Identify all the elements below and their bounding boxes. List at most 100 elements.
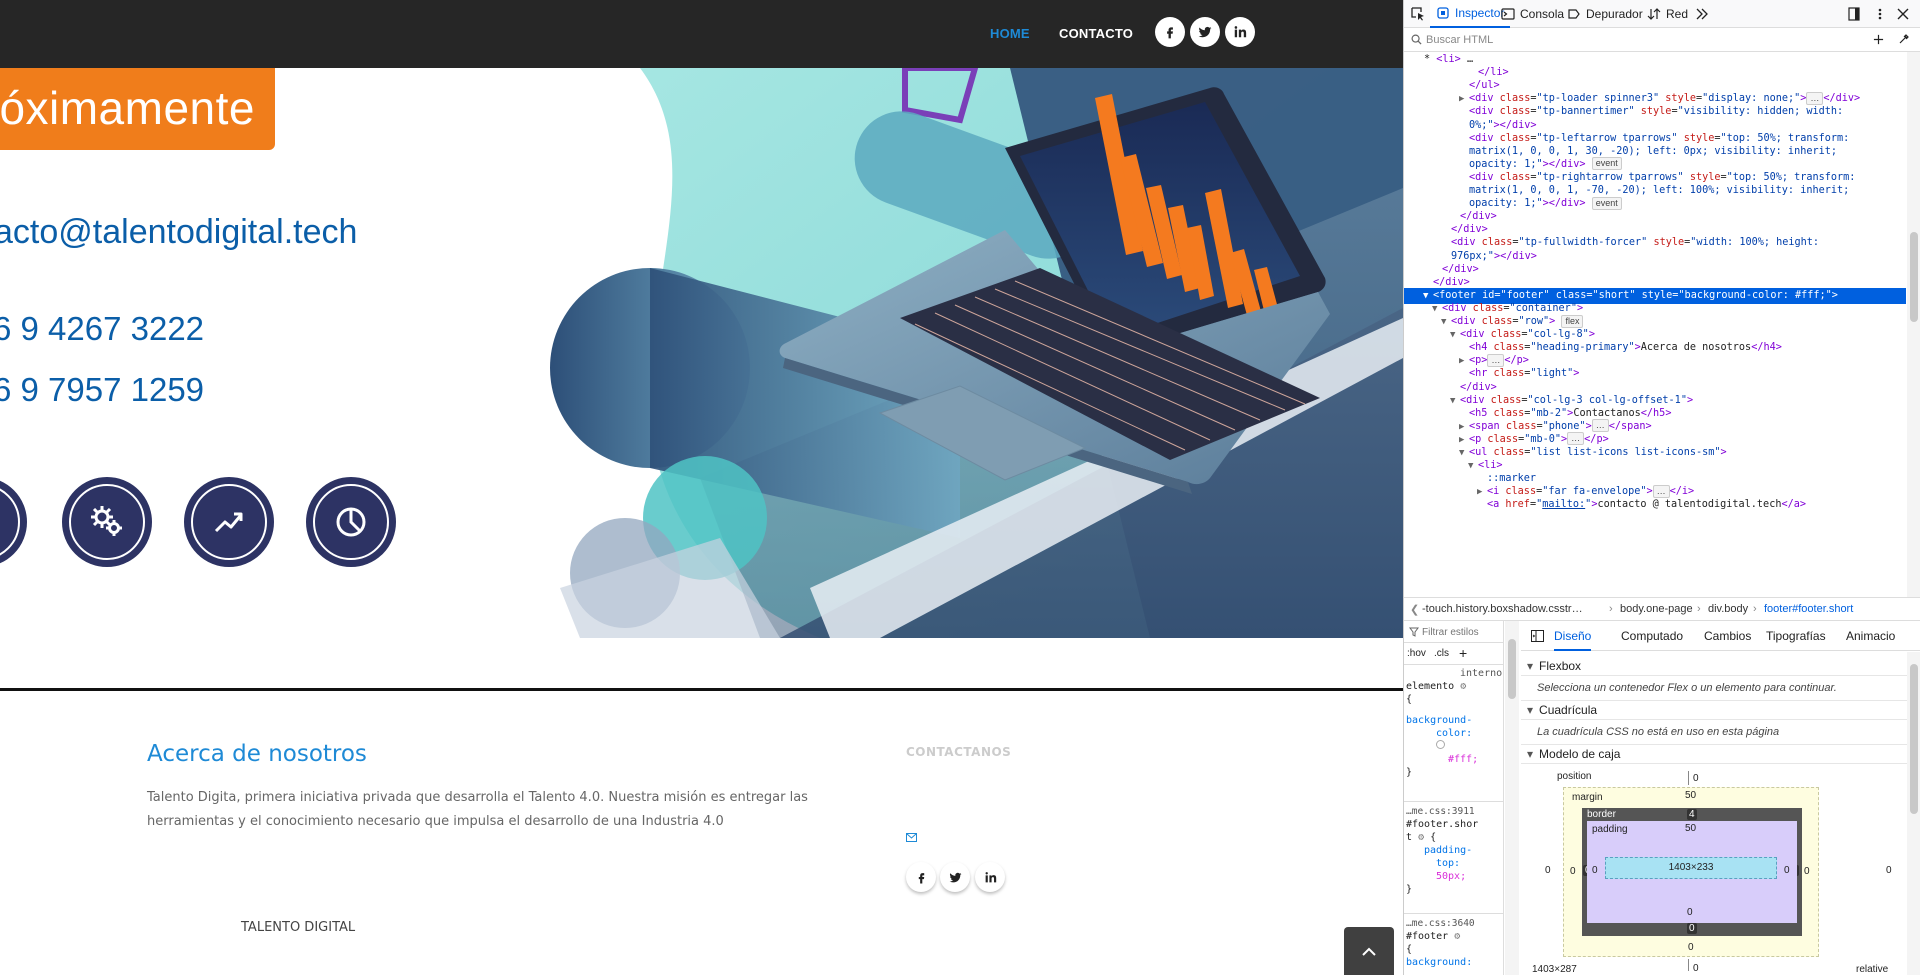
margin-bottom[interactable]: 0: [1688, 942, 1694, 953]
rule-property[interactable]: top:: [1404, 857, 1503, 870]
tab-inspector[interactable]: Inspector: [1430, 0, 1511, 28]
padding-right[interactable]: 0: [1784, 865, 1790, 876]
tab-inspector-label: Inspector: [1455, 6, 1505, 20]
nav-home[interactable]: HOME: [990, 26, 1030, 41]
section-divider: [0, 688, 1403, 691]
scroll-to-top-button[interactable]: [1344, 927, 1394, 975]
position-left[interactable]: 0: [1545, 865, 1551, 876]
position-top[interactable]: 0: [1693, 773, 1699, 784]
eyedropper-icon[interactable]: [1898, 33, 1910, 45]
hero-phone-2[interactable]: 6 9 7957 1259: [0, 371, 204, 409]
breadcrumb-item[interactable]: body.one-page: [1620, 603, 1693, 615]
gear-icon[interactable]: ⚙: [1418, 832, 1424, 843]
tab-animations[interactable]: Animacio: [1846, 629, 1895, 643]
rule-property[interactable]: color:: [1404, 727, 1503, 740]
add-node-icon[interactable]: [1873, 34, 1884, 45]
tree-node-markup: </li>: [1478, 67, 1509, 79]
border-label: border: [1587, 809, 1616, 820]
tree-node-markup: 0%;"></div>: [1469, 119, 1537, 131]
nav-contacto[interactable]: CONTACTO: [1059, 26, 1133, 41]
element-picker-icon[interactable]: [1411, 7, 1425, 21]
grid-section-header[interactable]: Cuadrícula: [1527, 703, 1597, 717]
layout-tabs: Diseño Computado Cambios Tipografías Ani…: [1521, 621, 1920, 651]
breadcrumb-item[interactable]: -touch.history.boxshadow.csstr…: [1422, 603, 1583, 615]
tab-network[interactable]: Red: [1647, 0, 1688, 28]
cls-toggle[interactable]: .cls: [1434, 648, 1449, 659]
margin-left[interactable]: 0: [1570, 866, 1576, 877]
tree-node-markup: 976px;"></div>: [1451, 250, 1537, 262]
tree-scrollbar[interactable]: [1907, 52, 1920, 597]
padding-bottom[interactable]: 0: [1687, 907, 1693, 918]
breadcrumb-item[interactable]: div.body: [1708, 603, 1748, 615]
add-rule-icon[interactable]: +: [1459, 645, 1467, 661]
margin-top[interactable]: 50: [1685, 790, 1696, 801]
layout-scrollbar[interactable]: [1907, 652, 1920, 975]
margin-box: margin 50 0 0 0 border 4 0 0 0 padding 5…: [1563, 787, 1819, 957]
breadcrumb-left-arrow[interactable]: ❮: [1410, 603, 1419, 616]
padding-left[interactable]: 0: [1592, 865, 1598, 876]
tab-computed[interactable]: Computado: [1621, 629, 1683, 643]
rule-property[interactable]: padding-: [1404, 844, 1503, 857]
tree-node-markup: </div>: [1460, 211, 1497, 223]
coming-soon-badge: óximamente: [0, 68, 275, 150]
tree-node-markup: matrix(1, 0, 0, 1, 30, -20); left: 0px; …: [1469, 145, 1838, 157]
rules-filter-input[interactable]: [1422, 624, 1502, 640]
tree-node-markup: <div class="tp-rightarrow tparrows" styl…: [1469, 171, 1856, 183]
footer-linkedin-icon[interactable]: [975, 862, 1005, 892]
envelope-icon[interactable]: [906, 829, 917, 842]
menu-dots-icon[interactable]: [1873, 7, 1887, 21]
breadcrumb-separator: ›: [1609, 603, 1613, 615]
dock-icon[interactable]: [1847, 7, 1861, 21]
content-size[interactable]: 1403×233: [1669, 862, 1714, 873]
tab-changes[interactable]: Cambios: [1704, 629, 1751, 643]
twitter-icon[interactable]: [1190, 17, 1220, 47]
content-box: 1403×233: [1605, 857, 1777, 879]
hero-phone-1[interactable]: 6 9 4267 3222: [0, 310, 204, 348]
footer-facebook-icon[interactable]: [906, 862, 936, 892]
gear-icon[interactable]: ⚙: [1454, 931, 1460, 942]
breadcrumb: ❮ -touch.history.boxshadow.csstr… › body…: [1404, 597, 1920, 621]
rule-divider: [1404, 801, 1503, 802]
layout-scrollbar-thumb[interactable]: [1910, 664, 1918, 814]
linkedin-icon[interactable]: [1225, 17, 1255, 47]
more-tabs-icon[interactable]: [1695, 7, 1709, 21]
rule-value[interactable]: #fff;: [1404, 753, 1503, 766]
tree-node-markup: <span class="phone">… </span>: [1469, 419, 1652, 433]
rule-property[interactable]: background-: [1404, 714, 1503, 727]
tab-debugger[interactable]: Depurador: [1567, 0, 1643, 28]
breadcrumb-separator: ›: [1753, 603, 1757, 615]
padding-top[interactable]: 50: [1685, 823, 1696, 834]
rule-property[interactable]: background:: [1404, 956, 1503, 969]
breadcrumb-item-active[interactable]: footer#footer.short: [1764, 603, 1853, 615]
flexbox-section-header[interactable]: Flexbox: [1527, 659, 1581, 673]
rules-scrollbar[interactable]: [1505, 621, 1519, 975]
breadcrumb-separator: ›: [1697, 603, 1701, 615]
html-search-input[interactable]: [1426, 32, 1826, 48]
sidebar-toggle-icon[interactable]: [1531, 630, 1544, 642]
position-bottom[interactable]: 0: [1693, 963, 1699, 974]
rule-source[interactable]: …me.css:3640: [1404, 917, 1503, 930]
border-top[interactable]: 4: [1687, 809, 1697, 820]
close-icon[interactable]: [1896, 7, 1910, 21]
tree-node[interactable]: <a href="mailto:">contacto @ talentodigi…: [1404, 497, 1906, 513]
tab-console[interactable]: Consola: [1501, 0, 1564, 28]
rules-scrollbar-thumb[interactable]: [1508, 639, 1516, 699]
tree-scrollbar-thumb[interactable]: [1910, 232, 1918, 322]
tab-design[interactable]: Diseño: [1554, 629, 1592, 651]
rule-value[interactable]: 50px;: [1404, 870, 1503, 883]
coming-soon-text: óximamente: [0, 82, 255, 134]
hov-toggle[interactable]: :hov: [1407, 648, 1426, 659]
chevron-up-icon: [1362, 947, 1376, 956]
facebook-icon[interactable]: [1155, 17, 1185, 47]
tab-console-label: Consola: [1520, 7, 1565, 21]
gear-icon[interactable]: ⚙: [1460, 681, 1466, 692]
rule-source[interactable]: …me.css:3911: [1404, 805, 1503, 818]
hero-email[interactable]: acto@talentodigital.tech: [0, 213, 357, 252]
border-bottom[interactable]: 0: [1687, 923, 1697, 934]
color-swatch[interactable]: [1436, 740, 1445, 749]
boxmodel-section-header[interactable]: Modelo de caja: [1527, 747, 1620, 761]
footer-twitter-icon[interactable]: [940, 862, 970, 892]
tab-typography[interactable]: Tipografías: [1766, 629, 1826, 643]
position-right[interactable]: 0: [1886, 865, 1892, 876]
margin-right[interactable]: 0: [1804, 866, 1810, 877]
